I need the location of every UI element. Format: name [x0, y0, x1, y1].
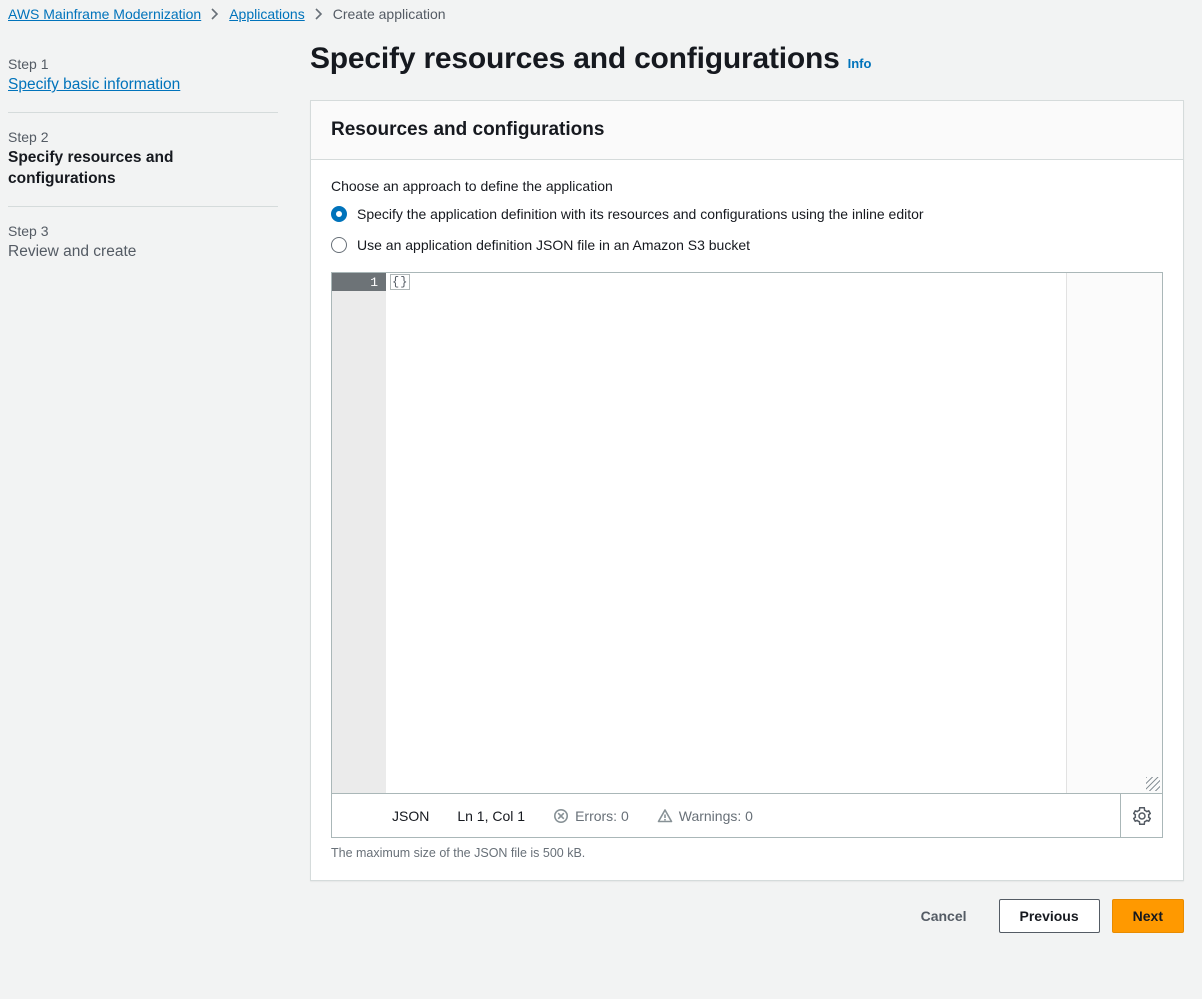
radio-icon[interactable] — [331, 206, 347, 222]
radio-label: Specify the application definition with … — [357, 204, 924, 225]
panel-header: Resources and configurations — [311, 101, 1183, 160]
editor-statusbar: JSON Ln 1, Col 1 Errors: 0 Warnings: 0 — [331, 794, 1163, 838]
editor-textarea[interactable]: {} — [386, 273, 1162, 793]
editor-gutter: 1 — [332, 273, 386, 793]
breadcrumb-root[interactable]: AWS Mainframe Modernization — [8, 6, 201, 22]
chevron-right-icon — [211, 8, 219, 20]
step-title: Specify resources and configurations — [8, 147, 278, 190]
cancel-button[interactable]: Cancel — [901, 899, 987, 933]
editor-content[interactable]: {} — [390, 274, 410, 290]
page-title: Specify resources and configurations — [310, 42, 840, 76]
wizard-step-1[interactable]: Step 1 Specify basic information — [8, 50, 278, 113]
status-errors: Errors: 0 — [553, 808, 629, 824]
breadcrumb-current: Create application — [333, 6, 446, 22]
approach-radiogroup: Specify the application definition with … — [331, 202, 1163, 258]
gear-icon — [1133, 807, 1151, 825]
wizard-footer: Cancel Previous Next — [310, 881, 1184, 943]
resize-handle-icon[interactable] — [1146, 777, 1160, 791]
status-position: Ln 1, Col 1 — [457, 808, 525, 824]
chevron-right-icon — [315, 8, 323, 20]
step-label: Step 1 — [8, 56, 278, 72]
json-editor[interactable]: 1 {} — [331, 272, 1163, 794]
step-title: Review and create — [8, 241, 278, 263]
status-language: JSON — [392, 808, 429, 824]
wizard-step-2: Step 2 Specify resources and configurati… — [8, 113, 278, 207]
radio-s3-file[interactable]: Use an application definition JSON file … — [331, 233, 1163, 258]
step-label: Step 2 — [8, 119, 278, 145]
editor-overview-ruler — [1066, 273, 1162, 793]
breadcrumb-mid[interactable]: Applications — [229, 6, 305, 22]
approach-label: Choose an approach to define the applica… — [331, 178, 1163, 194]
info-link[interactable]: Info — [848, 56, 872, 71]
next-button[interactable]: Next — [1112, 899, 1184, 933]
error-circle-icon — [553, 808, 569, 824]
editor-settings-button[interactable] — [1120, 794, 1162, 837]
step-title[interactable]: Specify basic information — [8, 74, 278, 96]
step-label: Step 3 — [8, 213, 278, 239]
line-number: 1 — [332, 273, 386, 291]
panel-title: Resources and configurations — [331, 119, 1163, 141]
status-warnings: Warnings: 0 — [657, 808, 753, 824]
wizard-step-3: Step 3 Review and create — [8, 207, 278, 279]
radio-inline-editor[interactable]: Specify the application definition with … — [331, 202, 1163, 227]
breadcrumb: AWS Mainframe Modernization Applications… — [0, 0, 1202, 30]
wizard-steps: Step 1 Specify basic information Step 2 … — [8, 30, 278, 279]
warning-triangle-icon — [657, 808, 673, 824]
helper-text: The maximum size of the JSON file is 500… — [331, 846, 1163, 860]
radio-icon[interactable] — [331, 237, 347, 253]
resources-panel: Resources and configurations Choose an a… — [310, 100, 1184, 881]
radio-label: Use an application definition JSON file … — [357, 235, 750, 256]
previous-button[interactable]: Previous — [999, 899, 1100, 933]
